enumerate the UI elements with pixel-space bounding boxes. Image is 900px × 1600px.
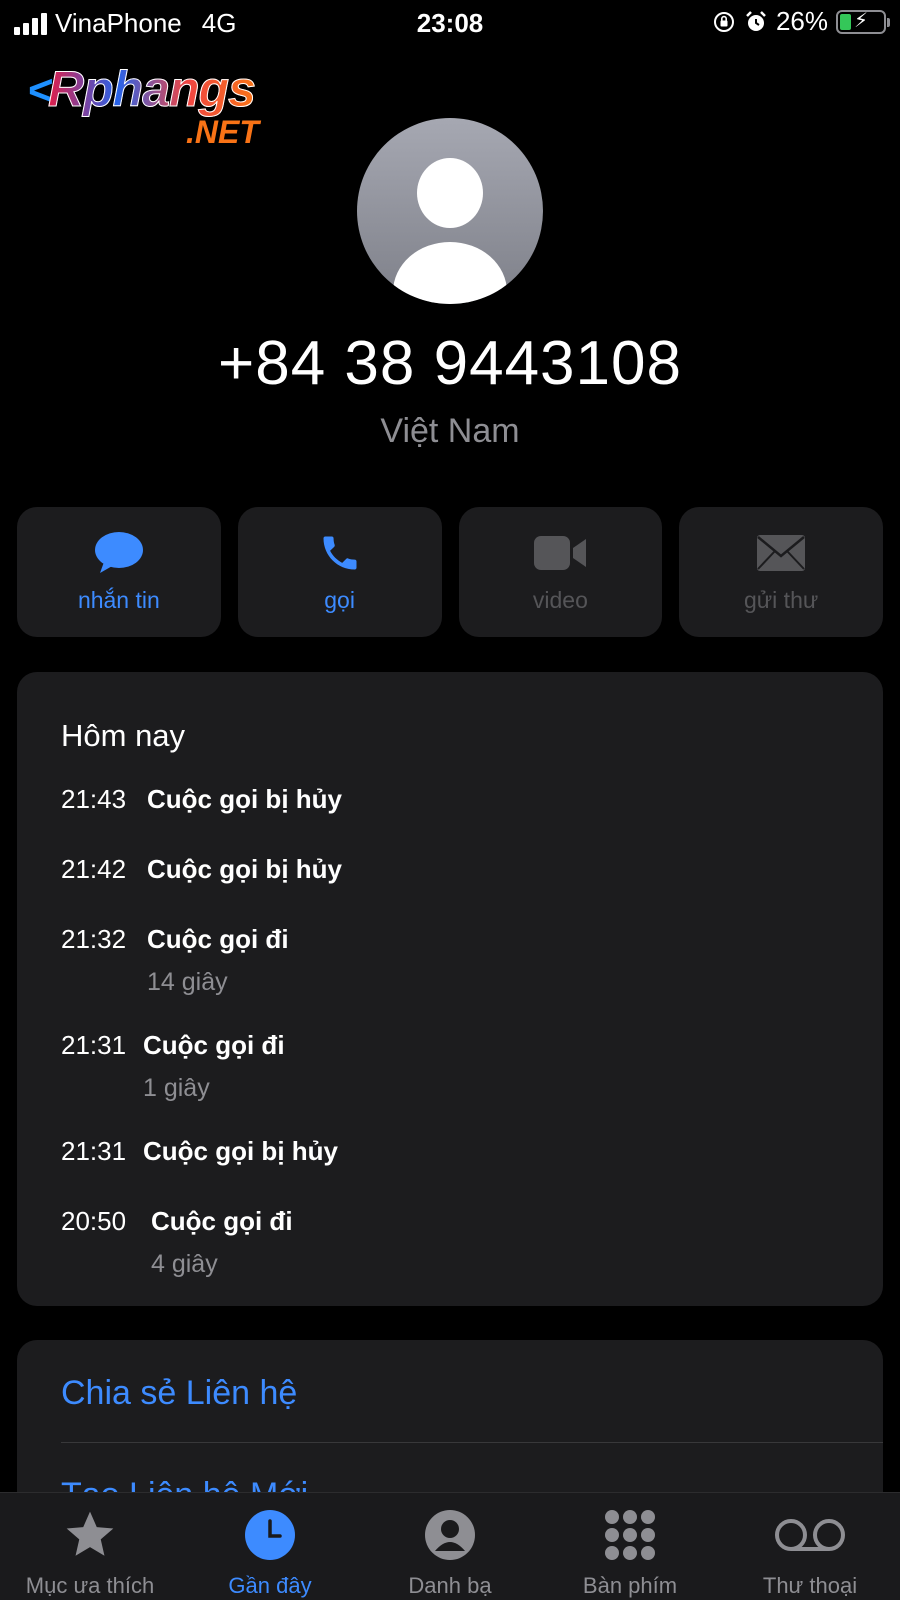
tab-keypad[interactable]: Bàn phím — [540, 1493, 720, 1600]
call-type: Cuộc gọi đi — [151, 1206, 293, 1236]
call-time: 21:43 — [61, 784, 127, 814]
watermark-suffix-text: .NET — [186, 114, 259, 150]
tab-label: Danh bạ — [408, 1573, 492, 1598]
keypad-icon — [540, 1507, 720, 1563]
battery-percent: 26% — [775, 6, 828, 36]
mail-label: gửi thư — [743, 587, 819, 613]
call-duration: 14 giây — [147, 968, 228, 996]
call-time: 20:50 — [61, 1206, 127, 1236]
avatar-body — [393, 242, 507, 304]
options-divider — [61, 1442, 883, 1443]
video-button[interactable]: video — [458, 507, 663, 637]
status-bar: VinaPhone 4G 23:08 26% ⚡ — [0, 0, 900, 46]
mail-button[interactable]: gửi thư — [679, 507, 883, 637]
call-type: Cuộc gọi bị hủy — [147, 784, 342, 814]
message-icon — [17, 531, 221, 575]
status-right: 26% ⚡ — [712, 6, 890, 37]
action-buttons: nhắn tin gọi video gửi thư — [17, 507, 883, 637]
avatar-head — [417, 158, 483, 228]
phone-icon — [238, 531, 442, 575]
tab-favorites[interactable]: Mục ưa thích — [0, 1493, 180, 1600]
call-time: 21:31 — [61, 1136, 127, 1166]
call-time: 21:42 — [61, 854, 127, 884]
call-type: Cuộc gọi đi — [143, 1030, 285, 1060]
person-circle-icon — [360, 1507, 540, 1563]
call-time: 21:31 — [61, 1030, 127, 1060]
tab-bar: Mục ưa thích Gần đây Danh bạ Bàn phím Th… — [0, 1492, 900, 1600]
alarm-icon — [746, 10, 766, 31]
contact-number: +84 38 9443108 — [218, 329, 682, 398]
watermark-main-text: Rphangs — [48, 61, 257, 118]
call-type: Cuộc gọi bị hủy — [143, 1136, 338, 1166]
call-label: gọi — [324, 587, 355, 613]
call-type: Cuộc gọi bị hủy — [147, 854, 342, 884]
call-duration: 4 giây — [151, 1250, 218, 1278]
call-duration: 1 giây — [143, 1074, 210, 1102]
contact-country: Việt Nam — [380, 412, 520, 450]
tab-label: Thư thoại — [762, 1573, 858, 1598]
voicemail-icon — [720, 1507, 900, 1563]
video-label: video — [532, 587, 588, 613]
message-button[interactable]: nhắn tin — [17, 507, 221, 637]
orientation-lock-icon — [713, 11, 734, 32]
call-history-title: Hôm nay — [61, 718, 186, 753]
clock-icon — [180, 1507, 360, 1563]
star-icon — [0, 1507, 180, 1563]
tab-label: Bàn phím — [582, 1573, 678, 1598]
call-type: Cuộc gọi đi — [147, 924, 289, 954]
share-contact-button[interactable]: Chia sẻ Liên hệ — [61, 1374, 297, 1413]
tab-voicemail[interactable]: Thư thoại — [720, 1493, 900, 1600]
tab-label: Mục ưa thích — [25, 1573, 155, 1598]
tab-label: Gần đây — [228, 1573, 312, 1598]
call-button[interactable]: gọi — [237, 507, 442, 637]
call-history-card: Hôm nay 21:43 Cuộc gọi bị hủy 21:42 Cuộc… — [17, 672, 883, 1306]
charging-bolt-icon: ⚡ — [853, 9, 869, 32]
battery-charging-icon: ⚡ — [836, 9, 890, 34]
message-label: nhắn tin — [77, 587, 160, 613]
call-time: 21:32 — [61, 924, 127, 954]
tab-contacts[interactable]: Danh bạ — [360, 1493, 540, 1600]
video-icon — [459, 531, 663, 575]
mail-icon — [679, 531, 883, 575]
tab-recents[interactable]: Gần đây — [180, 1493, 360, 1600]
contact-avatar — [357, 118, 543, 304]
watermark-logo: < Rphangs .NET — [26, 54, 316, 154]
